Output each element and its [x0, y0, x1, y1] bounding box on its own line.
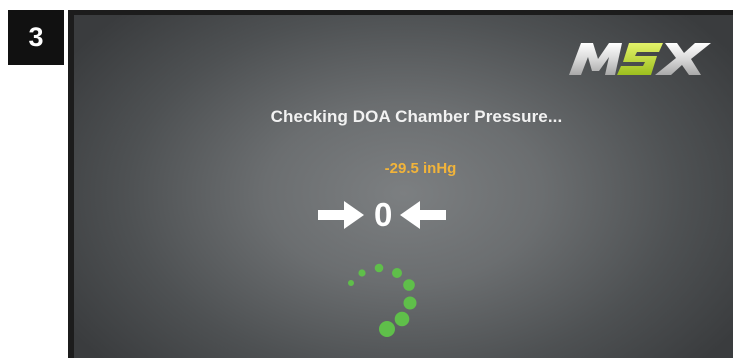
spinner-dot [358, 269, 366, 277]
spinner-dot [394, 311, 410, 327]
spinner-dot [379, 321, 395, 337]
pressure-reading: -29.5 inHg [384, 160, 457, 177]
spinner-dot [374, 263, 384, 273]
step-number: 3 [28, 22, 44, 52]
arrow-left-icon [400, 201, 447, 229]
pressure-indicator: 0 [318, 195, 447, 235]
spinner-dot [403, 296, 417, 310]
indicator-value: 0 [374, 196, 393, 233]
msx-logo [569, 43, 711, 75]
spinner-dot [403, 279, 415, 291]
spinner-dot [392, 268, 402, 278]
status-message: Checking DOA Chamber Pressure... [270, 107, 563, 126]
device-screen: Checking DOA Chamber Pressure... -29.5 i… [68, 10, 733, 358]
loading-spinner-icon [348, 263, 417, 337]
display-area: Checking DOA Chamber Pressure... -29.5 i… [74, 15, 733, 358]
arrow-right-icon [318, 201, 364, 229]
spinner-dot [348, 280, 354, 286]
step-number-badge: 3 [8, 10, 64, 65]
